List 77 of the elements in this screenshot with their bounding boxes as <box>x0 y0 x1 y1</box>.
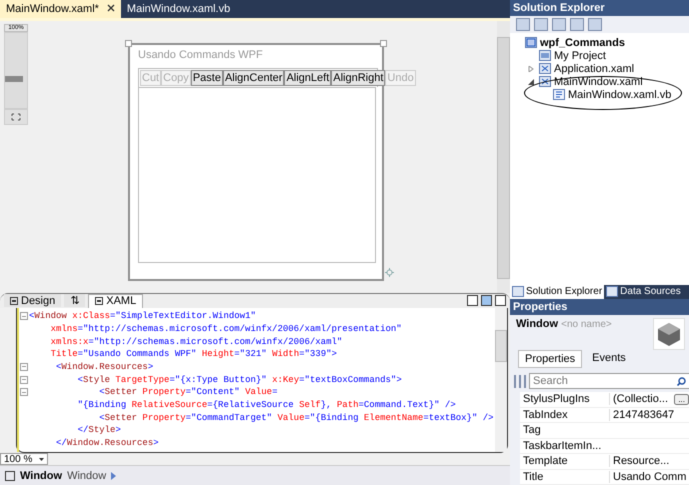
view-tab[interactable]: ⇅ <box>64 294 86 308</box>
breadcrumb-element[interactable]: Window <box>20 470 62 482</box>
file-icon <box>553 89 565 100</box>
command-button[interactable]: AlignLeft <box>284 70 332 86</box>
code-line: <Setter Property="Content" Value= <box>98 387 278 398</box>
tree-item[interactable]: wpf_Commands <box>540 36 625 49</box>
tree-item[interactable]: Application.xaml <box>554 62 634 75</box>
panel-tab[interactable]: Data Sources <box>604 284 683 299</box>
property-value[interactable]: 2147483647 <box>613 408 674 421</box>
file-icon <box>539 76 551 88</box>
view-icon <box>95 297 104 306</box>
split-vertical-icon[interactable] <box>467 295 478 306</box>
crosshair-icon[interactable] <box>385 268 394 277</box>
code-line: <Setter Property="CommandTarget" Value="{Binding ElementName=textBox}" /> <box>98 412 494 423</box>
window-title: Usando Commands WPF <box>138 49 264 61</box>
property-value[interactable]: Resource... <box>613 455 670 468</box>
view-tab[interactable]: Design <box>4 294 62 308</box>
property-value[interactable]: (Collectio... <box>613 393 668 406</box>
split-horizontal-icon[interactable] <box>481 295 492 306</box>
property-name: Template <box>522 455 569 468</box>
properties-tab[interactable]: Events <box>586 350 632 368</box>
expander-icon[interactable] <box>528 78 534 85</box>
toolbar-icon[interactable] <box>570 18 584 32</box>
file-icon <box>539 63 551 74</box>
tree-item[interactable]: MainWindow.xaml.vb <box>568 88 672 101</box>
toolbar-icon[interactable] <box>534 18 548 32</box>
scrollbar[interactable] <box>495 308 507 452</box>
element-icon <box>5 470 15 481</box>
code-line: <Style TargetType="{x:Type Button}" x:Key="textBoxCommands"> <box>76 374 402 385</box>
resize-handle[interactable] <box>380 40 387 47</box>
code-line: xmlns:x="http://schemas.microsoft.com/winfx/2006/xaml" <box>50 336 342 347</box>
code-line: Title="Usando Commands WPF" Height="321" Width="339"> <box>50 349 337 360</box>
fit-icon[interactable] <box>4 109 28 125</box>
arrow-icon[interactable] <box>111 472 116 480</box>
code-line: </Style> <box>76 425 121 436</box>
command-button[interactable]: AlignCenter <box>222 70 284 86</box>
resize-handle[interactable] <box>125 40 132 47</box>
document-tab[interactable]: MainWindow.xaml* <box>0 0 121 18</box>
code-line: xmlns="http://schemas.microsoft.com/winfx/2006/xaml/presentation" <box>50 324 402 334</box>
property-name: Title <box>522 470 544 483</box>
collapse-pane-icon[interactable] <box>495 295 506 306</box>
property-value[interactable]: Usando Comm <box>613 470 686 483</box>
fold-icon[interactable] <box>20 312 28 320</box>
code-line: <Window x:Class="SimpleTextEditor.Window1" <box>29 311 256 322</box>
zoom-dropdown[interactable]: 100 % <box>0 453 48 466</box>
document-tab[interactable]: MainWindow.xaml.vb <box>120 0 236 18</box>
tree-item[interactable]: MainWindow.xaml <box>554 76 643 88</box>
zoom-slider[interactable] <box>4 32 28 109</box>
panel-tab[interactable]: Solution Explorer <box>510 284 604 299</box>
property-name: StylusPlugIns <box>522 393 591 406</box>
tree-item[interactable]: My Project <box>554 50 606 62</box>
properties-tab[interactable]: Properties <box>518 350 582 368</box>
element-preview <box>653 318 685 350</box>
breadcrumb-type: Window <box>67 470 106 482</box>
toolbar-icon[interactable] <box>552 18 566 32</box>
view-tab[interactable]: XAML <box>88 294 144 308</box>
file-icon <box>539 50 551 62</box>
panel-title: Solution Explorer <box>513 2 605 14</box>
element-name: <no name> <box>561 319 612 330</box>
caret-icon <box>39 458 44 461</box>
scrollbar[interactable] <box>497 21 510 293</box>
panel-title: Properties <box>513 300 568 313</box>
element-type: Window <box>516 318 558 330</box>
view-icon <box>10 296 18 305</box>
search-icon[interactable] <box>677 377 686 386</box>
toolbar-icon[interactable] <box>588 18 602 32</box>
code-line: </Window.Resources> <box>55 438 159 448</box>
file-icon <box>525 37 537 48</box>
property-name: TabIndex <box>522 408 569 421</box>
command-button[interactable]: AlignRight <box>331 70 386 86</box>
code-line: "{Binding RelativeSource={RelativeSource Self}, Path=Command.Text}" /> <box>76 400 456 410</box>
property-name: Tag <box>522 424 542 436</box>
code-line: <Window.Resources> <box>55 362 154 372</box>
ellipsis-button[interactable]: ... <box>674 394 689 405</box>
search-field[interactable]: Search <box>529 373 689 389</box>
toolbar-icon[interactable] <box>516 18 530 32</box>
command-button[interactable]: Paste <box>190 70 223 86</box>
